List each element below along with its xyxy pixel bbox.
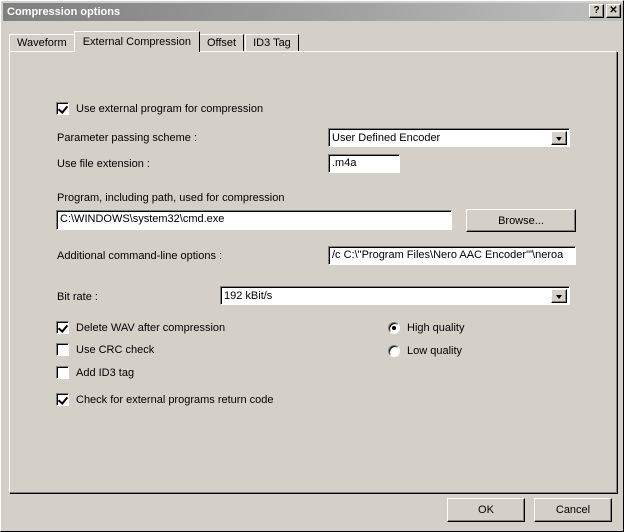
tab-external-compression[interactable]: External Compression <box>73 31 200 52</box>
use-crc-check-label: Use CRC check <box>76 343 155 356</box>
cancel-button[interactable]: Cancel <box>534 498 612 522</box>
delete-wav-checkbox[interactable]: Delete WAV after compression <box>56 321 225 334</box>
command-line-options-label: Additional command-line options : <box>57 250 223 262</box>
checkbox-box <box>56 393 69 406</box>
checkbox-box <box>56 343 69 356</box>
high-quality-radio[interactable]: High quality <box>388 322 464 334</box>
low-quality-label: Low quality <box>407 345 463 357</box>
use-external-program-label: Use external program for compression <box>76 102 264 115</box>
radio-circle <box>388 345 400 357</box>
checkbox-box <box>56 102 69 115</box>
window-title: Compression options <box>7 6 121 18</box>
check-return-code-label: Check for external programs return code <box>76 393 274 406</box>
low-quality-radio[interactable]: Low quality <box>388 345 462 357</box>
program-path-input[interactable]: C:\WINDOWS\system32\cmd.exe <box>56 210 452 230</box>
checkbox-box <box>56 366 69 379</box>
bit-rate-label: Bit rate : <box>57 291 98 303</box>
checkbox-box <box>56 321 69 334</box>
title-bar[interactable]: Compression options ? ✕ <box>3 3 623 21</box>
close-button[interactable]: ✕ <box>606 4 621 18</box>
parameter-passing-scheme-value: User Defined Encoder <box>332 132 441 144</box>
check-return-code-checkbox[interactable]: Check for external programs return code <box>56 393 273 406</box>
use-crc-check-checkbox[interactable]: Use CRC check <box>56 343 154 356</box>
delete-wav-label: Delete WAV after compression <box>76 321 226 334</box>
add-id3-tag-checkbox[interactable]: Add ID3 tag <box>56 366 134 379</box>
use-external-program-checkbox[interactable]: Use external program for compression <box>56 102 263 115</box>
tab-offset[interactable]: Offset <box>198 34 245 52</box>
command-line-options-input[interactable]: /c C:\"Program Files\Nero AAC Encoder'"\… <box>328 246 576 265</box>
use-file-extension-input[interactable]: .m4a <box>328 154 400 173</box>
browse-button[interactable]: Browse... <box>466 209 576 232</box>
radio-circle <box>388 322 400 334</box>
ok-button[interactable]: OK <box>447 498 525 522</box>
tab-waveform[interactable]: Waveform <box>9 34 75 52</box>
high-quality-label: High quality <box>407 322 465 334</box>
tab-strip: Waveform External Compression Offset ID3… <box>9 31 300 52</box>
parameter-passing-scheme-label: Parameter passing scheme : <box>57 132 198 144</box>
program-path-label: Program, including path, used for compre… <box>57 192 285 204</box>
help-button[interactable]: ? <box>589 4 604 18</box>
bit-rate-dropdown[interactable]: 192 kBit/s <box>220 286 570 305</box>
chevron-down-icon[interactable] <box>551 131 567 145</box>
bit-rate-value: 192 kBit/s <box>224 290 273 302</box>
tab-panel-external-compression: Use external program for compression Par… <box>9 51 617 493</box>
chevron-down-icon[interactable] <box>551 289 567 303</box>
parameter-passing-scheme-dropdown[interactable]: User Defined Encoder <box>328 128 570 147</box>
add-id3-tag-label: Add ID3 tag <box>76 366 135 379</box>
tab-id3-tag[interactable]: ID3 Tag <box>245 34 299 52</box>
compression-options-dialog: Compression options ? ✕ Waveform Externa… <box>0 0 624 532</box>
use-file-extension-label: Use file extension : <box>57 158 150 170</box>
title-bar-buttons: ? ✕ <box>589 4 621 18</box>
